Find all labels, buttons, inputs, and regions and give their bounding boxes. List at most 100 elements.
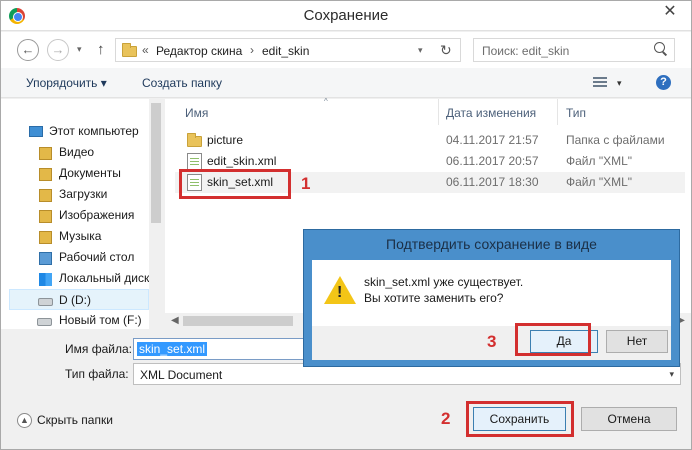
annotation-highlight-yes <box>515 323 591 356</box>
save-dialog-window: Сохранение ✕ ← → ▾ ↑ « Редактор скина › … <box>0 0 692 450</box>
sidebar-item-downloads[interactable]: Загрузки <box>1 184 161 205</box>
annotation-highlight-file <box>179 169 291 199</box>
filetype-label: Тип файла: <box>65 367 129 381</box>
sidebar-item-pictures[interactable]: Изображения <box>1 205 161 226</box>
folder-icon <box>187 133 202 147</box>
pictures-library-icon <box>39 210 52 223</box>
breadcrumb-separator[interactable]: › <box>250 43 254 57</box>
sidebar-item-label: Изображения <box>59 208 135 222</box>
documents-library-icon <box>39 168 52 181</box>
filetype-value: XML Document <box>140 368 223 382</box>
filename-label: Имя файла: <box>65 342 132 356</box>
column-header-label: Тип <box>566 106 587 120</box>
sidebar-item-this-pc[interactable]: Этот компьютер <box>1 121 161 142</box>
sidebar-item-label: Документы <box>59 166 121 180</box>
view-options-icon[interactable] <box>593 77 607 87</box>
sidebar-item-label: D (D:) <box>59 293 91 307</box>
column-header-label: Имя <box>185 106 209 120</box>
sidebar-item-documents[interactable]: Документы <box>1 163 161 184</box>
column-divider[interactable] <box>438 99 439 125</box>
file-type: Папка с файлами <box>566 133 665 147</box>
sidebar-item-desktop[interactable]: Рабочий стол <box>1 247 161 268</box>
downloads-folder-icon <box>39 189 52 202</box>
annotation-marker-2: 2 <box>441 409 451 428</box>
column-header-name[interactable]: Имя ^ <box>185 97 439 125</box>
column-header-label: Дата изменения <box>446 106 537 120</box>
windows-drive-icon <box>39 273 52 286</box>
file-row[interactable]: picture 04.11.2017 21:57 Папка с файлами <box>175 130 685 151</box>
xml-file-icon <box>187 153 202 170</box>
sidebar-item-label: Этот компьютер <box>49 124 139 138</box>
recent-locations-dropdown[interactable]: ▾ <box>77 44 82 55</box>
file-type: Файл "XML" <box>566 154 633 168</box>
dialog-body: skin_set.xml уже существует. Вы хотите з… <box>312 260 671 326</box>
video-library-icon <box>39 147 52 160</box>
sidebar-item-local-disk[interactable]: Локальный диск <box>1 268 161 289</box>
sidebar-item-label: Загрузки <box>59 187 108 201</box>
address-bar[interactable]: « Редактор скина › edit_skin ▾ ↻ <box>115 38 461 62</box>
breadcrumb-segment[interactable]: Редактор скина <box>156 44 242 58</box>
file-type: Файл "XML" <box>566 175 633 189</box>
collapse-up-icon: ▲ <box>17 413 32 429</box>
navigation-pane: Этот компьютер Видео Документы Загрузки … <box>1 99 163 329</box>
column-header-date[interactable]: Дата изменения <box>446 99 556 125</box>
forward-button[interactable]: → <box>47 39 69 61</box>
dialog-message-line2: Вы хотите заменить его? <box>364 291 504 305</box>
address-overflow-chevron[interactable]: « <box>142 43 149 57</box>
hide-folders-button[interactable]: ▲ Скрыть папки <box>17 413 113 429</box>
sort-arrow-icon: ^ <box>324 97 328 106</box>
refresh-icon[interactable]: ↻ <box>440 42 452 59</box>
folder-icon <box>122 43 137 57</box>
navigation-bar: ← → ▾ ↑ « Редактор скина › edit_skin ▾ ↻… <box>1 32 691 68</box>
up-button[interactable]: ↑ <box>97 41 105 58</box>
annotation-marker-1: 1 <box>301 174 311 193</box>
window-title: Сохранение <box>303 7 389 24</box>
help-icon[interactable]: ? <box>656 75 671 90</box>
cancel-button[interactable]: Отмена <box>581 407 677 431</box>
annotation-marker-3: 3 <box>487 332 497 351</box>
close-button[interactable]: ✕ <box>655 1 685 23</box>
music-library-icon <box>39 231 52 244</box>
sidebar-item-drive-d[interactable]: D (D:) <box>9 289 149 310</box>
column-header-type[interactable]: Тип <box>566 99 686 125</box>
new-folder-button[interactable]: Создать папку <box>142 76 222 90</box>
hide-folders-label: Скрыть папки <box>37 413 113 427</box>
file-name: edit_skin.xml <box>207 154 277 168</box>
navigation-pane-scrollbar[interactable] <box>149 99 163 329</box>
warning-icon <box>324 276 356 304</box>
desktop-folder-icon <box>39 252 52 265</box>
organize-button[interactable]: Упорядочить ▾ <box>26 76 107 90</box>
search-input[interactable]: Поиск: edit_skin <box>473 38 675 62</box>
annotation-highlight-save <box>466 401 574 437</box>
drive-icon <box>38 298 53 306</box>
search-icon[interactable] <box>654 42 668 56</box>
scrollbar-thumb[interactable] <box>183 316 293 326</box>
search-placeholder: Поиск: edit_skin <box>482 44 570 58</box>
sidebar-item-label: Музыка <box>59 229 102 243</box>
sidebar-item-label: Видео <box>59 145 95 159</box>
sidebar-item-videos[interactable]: Видео <box>1 142 161 163</box>
filename-input[interactable]: skin_set.xml <box>133 338 313 360</box>
breadcrumb-segment[interactable]: edit_skin <box>262 44 309 58</box>
dialog-message-line1: skin_set.xml уже существует. <box>364 275 524 289</box>
file-date: 06.11.2017 20:57 <box>446 154 539 168</box>
address-dropdown[interactable]: ▾ <box>418 45 423 56</box>
sidebar-item-drive-f[interactable]: Новый том (F:) <box>1 310 161 331</box>
file-name: picture <box>207 133 244 147</box>
back-button[interactable]: ← <box>17 39 39 61</box>
command-bar: Упорядочить ▾ Создать папку ▾ ? <box>1 68 691 98</box>
sidebar-item-label: Новый том (F:) <box>59 313 142 327</box>
sidebar-item-label: Рабочий стол <box>59 250 135 264</box>
view-options-dropdown[interactable]: ▾ <box>617 78 622 89</box>
computer-icon <box>29 126 43 137</box>
no-button[interactable]: Нет <box>606 330 668 353</box>
filename-value: skin_set.xml <box>137 342 208 356</box>
column-divider[interactable] <box>557 99 558 125</box>
scrollbar-thumb[interactable] <box>151 103 161 223</box>
scroll-left-arrow-icon[interactable]: ◀ <box>171 315 179 326</box>
sidebar-item-music[interactable]: Музыка <box>1 226 161 247</box>
chevron-down-icon[interactable]: ▾ <box>669 369 674 380</box>
sidebar-item-label: Локальный диск <box>59 271 150 285</box>
dialog-title: Подтвердить сохранение в виде <box>386 236 597 252</box>
drive-icon <box>37 318 52 326</box>
